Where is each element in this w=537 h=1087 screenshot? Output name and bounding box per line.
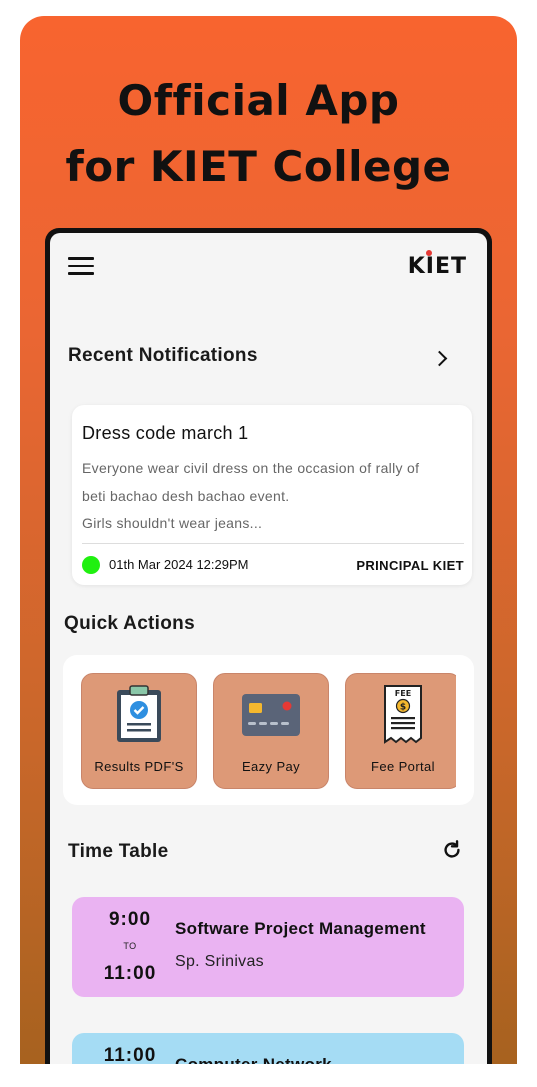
notification-card[interactable]: Dress code march 1 Everyone wear civil d… [72, 405, 472, 585]
phone-frame: KIET Recent Notifications Dress code mar… [45, 228, 492, 1064]
clipboard-check-icon [117, 685, 161, 742]
timetable-start-time: 11:00 [103, 1045, 157, 1064]
notification-author: PRINCIPAL KIET [356, 558, 464, 573]
promo-headline-line1: Official App [117, 76, 400, 125]
promo-background: Official App for KIET College KIET Recen… [20, 16, 517, 1064]
refresh-icon[interactable] [441, 839, 463, 861]
timetable-end-time: 11:00 [103, 963, 157, 984]
time-table-title: Time Table [68, 841, 169, 862]
svg-text:FEE: FEE [395, 689, 411, 698]
timetable-faculty: Sp. Srinivas [175, 953, 264, 970]
logo-dot [425, 250, 432, 256]
timetable-start-time: 9:00 [108, 909, 152, 930]
svg-text:$: $ [400, 703, 406, 713]
chevron-right-icon[interactable] [431, 350, 448, 367]
notification-divider [82, 543, 464, 544]
notification-title: Dress code march 1 [82, 423, 249, 443]
status-dot [82, 556, 100, 574]
timetable-subject: Software Project Management [175, 919, 426, 938]
timetable-entry-card[interactable]: 9:00 TO 11:00 Software Project Managemen… [72, 897, 464, 997]
results-pdf-label: Results PDF'S [94, 759, 184, 774]
fee-portal-label: Fee Portal [371, 759, 435, 774]
timetable-subject: Computer Network [175, 1055, 332, 1064]
credit-card-icon [242, 694, 300, 736]
app-screen: KIET Recent Notifications Dress code mar… [50, 233, 487, 1064]
timetable-to-label: TO [123, 941, 137, 951]
promo-headline-line2: for KIET College [65, 142, 452, 191]
recent-notifications-title: Recent Notifications [68, 345, 258, 366]
notification-body: Everyone wear civil dress on the occasio… [82, 460, 420, 531]
app-bar: KIET [50, 233, 487, 301]
eazy-pay-label: Eazy Pay [241, 759, 301, 774]
kiet-logo: KIET [408, 250, 467, 279]
hamburger-menu-icon[interactable] [68, 257, 94, 275]
quick-actions-panel: Results PDF'S Eazy Pay FEE $ Fee Portal [63, 655, 474, 805]
results-pdf-button[interactable]: Results PDF'S [81, 673, 197, 789]
fee-receipt-icon: FEE $ [384, 685, 422, 744]
quick-actions-title: Quick Actions [64, 613, 195, 634]
notification-date: 01th Mar 2024 12:29PM [109, 557, 249, 572]
quick-actions-scroller[interactable]: Results PDF'S Eazy Pay FEE $ Fee Portal [81, 673, 456, 789]
fee-portal-button[interactable]: FEE $ Fee Portal [345, 673, 456, 789]
timetable-entry-card[interactable]: 11:00 Computer Network [72, 1033, 464, 1064]
eazy-pay-button[interactable]: Eazy Pay [213, 673, 329, 789]
